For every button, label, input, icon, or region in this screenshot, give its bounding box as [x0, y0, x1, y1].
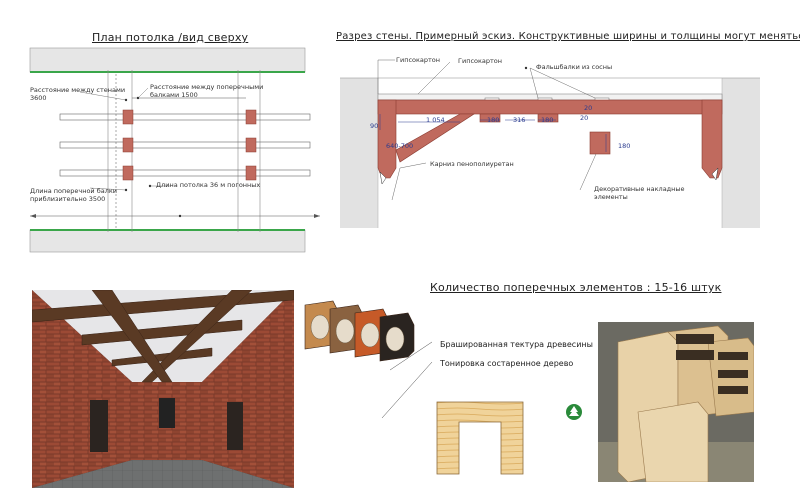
- tree-icon: [566, 404, 582, 420]
- dim-90: 90: [370, 122, 379, 130]
- dim-1054: 1 054: [426, 116, 445, 124]
- dim-20b: 20: [580, 114, 589, 122]
- dim-180a: 180: [487, 116, 500, 124]
- dim-180c: 180: [618, 142, 631, 150]
- label-cornice: Карниз пенополиуретан: [430, 160, 514, 168]
- element-leader-lines: [381, 341, 433, 419]
- label-beam-distance: Расстояние между поперечными балками 150…: [150, 83, 264, 99]
- label-ceiling-length: Длина потолка 36 м погонных: [156, 181, 261, 189]
- label-drywall-1: Гипсокартон: [396, 56, 441, 64]
- plan-drawing: [29, 47, 320, 253]
- dim-316: 316: [513, 116, 526, 124]
- interior-render: [32, 290, 294, 488]
- label-texture: Брашированная тектура древесины: [440, 340, 593, 349]
- section-title: Разрез стены. Примерный эскиз. Конструкт…: [336, 31, 800, 42]
- dim-misc: 640-700: [386, 142, 414, 150]
- label-beam-length: Длина поперечной балки приблизительно 35…: [30, 187, 118, 203]
- beam-photo: [598, 322, 754, 482]
- elements-title: Количество поперечных элементов : 15-16 …: [430, 281, 722, 294]
- label-drywall-2: Гипсокартон: [458, 57, 503, 65]
- section-drawing: [340, 59, 760, 228]
- label-toning: Тонировка состаренное дерево: [440, 359, 574, 368]
- dim-20a: 20: [584, 104, 593, 112]
- label-wall-distance: Расстояние между стенами 3600: [30, 86, 126, 102]
- profile-section: [436, 401, 524, 475]
- label-joists: Фальшбалки из сосны: [536, 63, 613, 71]
- dim-180b: 180: [541, 116, 554, 124]
- label-decor: Декоративные накладные элементы: [594, 185, 685, 201]
